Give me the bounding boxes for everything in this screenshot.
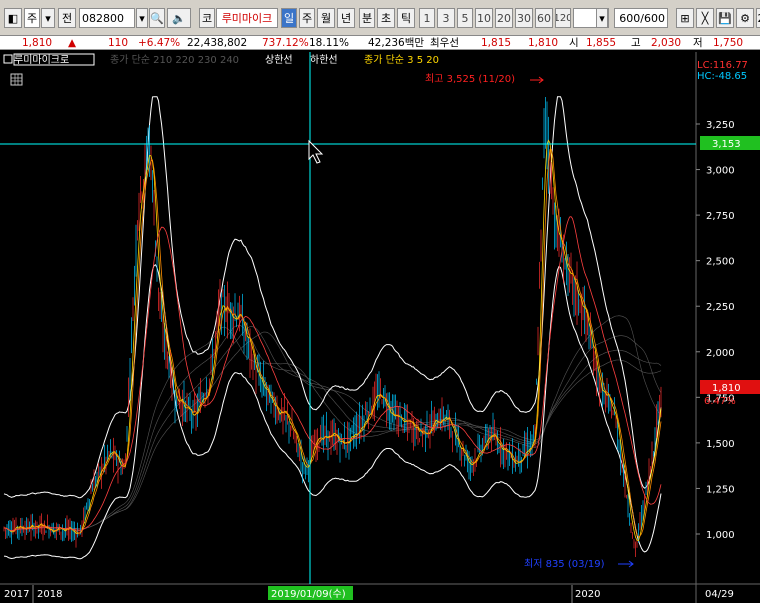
gear-icon[interactable]: ⚙: [736, 8, 754, 28]
high-arrow-icon: [530, 76, 544, 84]
legend-stock-name: 루미마이크로: [14, 54, 69, 66]
jeon-button[interactable]: 전: [58, 8, 76, 28]
interval-120[interactable]: 120: [555, 8, 571, 28]
lc-indicator: LC:116.77: [697, 60, 748, 71]
interval-20[interactable]: 20: [495, 8, 513, 28]
extra-label: 2: [756, 8, 760, 28]
interval-3[interactable]: 3: [437, 8, 455, 28]
current-price-pct: 6.47%: [704, 396, 736, 407]
x-tick-2020: 2020: [575, 589, 600, 600]
market-select[interactable]: 주: [24, 8, 40, 28]
open-label: 시: [569, 37, 579, 49]
low-label: 저: [693, 37, 703, 49]
current-price: 1,810: [22, 37, 53, 49]
high-annotation: 최고 3,525 (11/20): [425, 73, 515, 85]
price-chart[interactable]: 루미마이크로 종가 단순 210 220 230 240 상한선 하한선 종가 …: [0, 52, 760, 603]
save-icon[interactable]: 💾: [716, 8, 734, 28]
period-year[interactable]: 년: [337, 8, 355, 28]
change-percent: +6.47%: [138, 37, 181, 49]
y-tick-label: 2,750: [706, 211, 735, 222]
legend-upper: 상한선: [265, 54, 293, 66]
interval-30[interactable]: 30: [515, 8, 533, 28]
market-dropdown-icon[interactable]: ▾: [41, 8, 55, 28]
ma-short-lines: [3, 139, 662, 542]
volume: 22,438,802: [187, 37, 248, 49]
y-tick-label: 2,250: [706, 302, 735, 313]
y-tick-label: 2,500: [706, 257, 735, 268]
legend-checkbox[interactable]: [3, 54, 13, 64]
y-tick-label: 1,000: [706, 530, 735, 541]
y-axis-ticks: 3,2503,0002,7502,5002,2502,0001,7501,500…: [696, 120, 735, 541]
interval-1[interactable]: 1: [419, 8, 435, 28]
window-menu-icon[interactable]: ◧: [4, 8, 22, 28]
turnover: 18.11%: [309, 37, 350, 49]
period-minute[interactable]: 분: [359, 8, 375, 28]
x-tick-2017: 2017: [4, 589, 29, 600]
y-tick-label: 1,500: [706, 439, 735, 450]
chart-canvas[interactable]: 루미마이크로 종가 단순 210 220 230 240 상한선 하한선 종가 …: [0, 52, 760, 603]
volume-icon[interactable]: 🔈: [167, 8, 191, 28]
open-price: 1,855: [586, 37, 617, 49]
interval-60[interactable]: 60: [535, 8, 553, 28]
best-ask: 1,815: [481, 37, 512, 49]
quote-bar: 1,810 ▲ 110 +6.47% 22,438,802 737.12% 18…: [0, 36, 760, 50]
crosshair-price-label: 3,153: [712, 139, 741, 150]
ko-button[interactable]: 코: [199, 8, 215, 28]
low-annotation: 최저 835 (03/19): [524, 558, 605, 570]
best-ask-label: 최우선: [430, 37, 459, 49]
draw-tool-icon[interactable]: ╳: [696, 8, 714, 28]
x-tick-end: 04/29: [705, 589, 734, 600]
ma-short-line: [3, 216, 662, 532]
trade-amount: 42,236백만: [368, 37, 425, 49]
current-price-label: 1,810: [712, 383, 741, 394]
up-arrow-icon: ▲: [68, 37, 77, 49]
low-arrow-icon: [618, 560, 634, 568]
legend-ma-long: 종가 단순 210 220 230 240: [110, 54, 239, 66]
x-tick-2018: 2018: [37, 589, 62, 600]
y-tick-label: 1,250: [706, 484, 735, 495]
search-icon[interactable]: 🔍: [149, 8, 165, 28]
change-amount: 110: [108, 37, 129, 49]
code-dropdown-icon[interactable]: ▾: [136, 8, 148, 28]
high-price: 2,030: [651, 37, 682, 49]
stock-name: 루미마이크: [216, 8, 278, 28]
period-day[interactable]: 일: [281, 8, 297, 28]
interval-dropdown-icon[interactable]: ▾: [596, 8, 608, 28]
interval-5[interactable]: 5: [457, 8, 473, 28]
legend-lower: 하한선: [310, 53, 338, 66]
hc-indicator: HC:-48.65: [697, 71, 747, 82]
volume-ratio: 737.12%: [262, 37, 309, 49]
best-bid: 1,810: [528, 37, 559, 49]
ma-short-line: [3, 139, 662, 542]
y-tick-label: 3,000: [706, 166, 735, 177]
period-week[interactable]: 주: [299, 8, 315, 28]
envelope-lines: [3, 96, 662, 560]
chart-tool-icon[interactable]: ⊞: [676, 8, 694, 28]
legend-ma-short: 종가 단순 3 5 20: [364, 54, 439, 66]
crosshair-date-label: 2019/01/09(수): [271, 588, 346, 600]
envelope-lower: [3, 264, 662, 560]
interval-10[interactable]: 10: [475, 8, 493, 28]
high-label: 고: [631, 37, 641, 49]
toolbar: ◧ 주 ▾ 전 082800 ▾ 🔍 🔈 코 루미마이크 일 주 월 년 분 초…: [0, 0, 760, 36]
low-price: 1,750: [713, 37, 744, 49]
stock-code-input[interactable]: 082800: [79, 8, 135, 28]
period-second[interactable]: 초: [377, 8, 395, 28]
candles: [3, 97, 662, 557]
table-icon[interactable]: [10, 73, 23, 86]
y-tick-label: 3,250: [706, 120, 735, 131]
period-tick[interactable]: 틱: [397, 8, 415, 28]
count-display[interactable]: 600/600: [614, 8, 668, 28]
period-month[interactable]: 월: [317, 8, 335, 28]
y-tick-label: 2,000: [706, 348, 735, 359]
